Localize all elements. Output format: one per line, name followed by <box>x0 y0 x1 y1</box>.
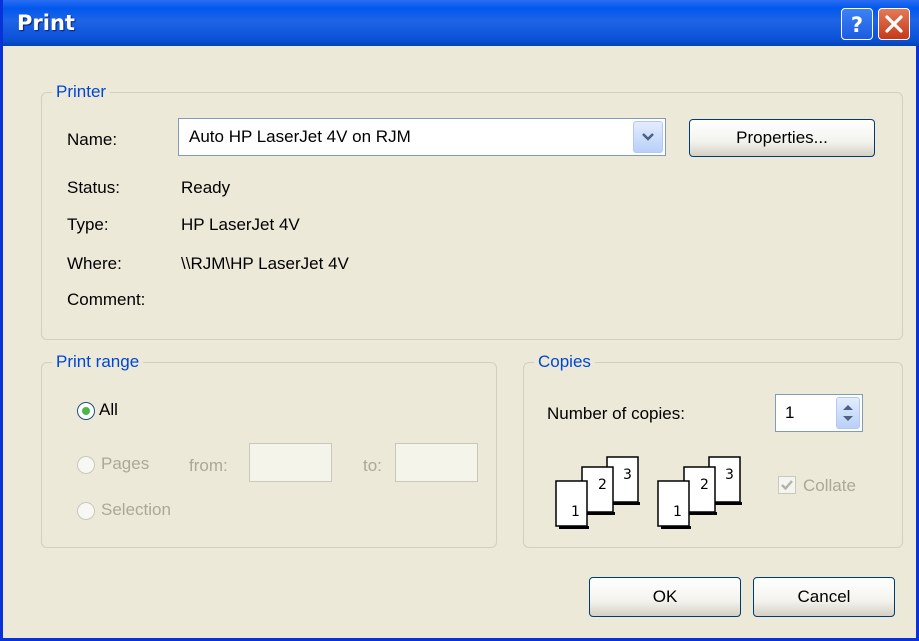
from-label: from: <box>189 456 228 475</box>
to-label: to: <box>363 456 382 475</box>
all-radio[interactable] <box>77 402 95 420</box>
close-x-icon <box>885 15 903 33</box>
collate-page-1-label: 1 <box>571 504 580 520</box>
collate-page-3-label: 3 <box>623 467 632 483</box>
collate-checkbox[interactable] <box>778 476 796 494</box>
collate-page-1-label: 1 <box>673 504 682 520</box>
selection-radio-label[interactable]: Selection <box>101 500 171 520</box>
checkmark-icon <box>781 480 793 491</box>
ok-button[interactable]: OK <box>589 577 741 617</box>
collate-illustration-icon-2: 3 2 1 <box>657 456 742 529</box>
svg-text:?: ? <box>851 13 863 37</box>
collate-label[interactable]: Collate <box>803 476 856 496</box>
copies-value: 1 <box>785 403 795 422</box>
properties-button-label: Properties... <box>736 128 828 147</box>
printer-legend: Printer <box>56 82 107 101</box>
collate-page-2-label: 2 <box>700 477 709 493</box>
dialog-title: Print <box>17 11 75 35</box>
to-page-input[interactable] <box>395 443 478 482</box>
copies-legend: Copies <box>538 352 591 371</box>
pages-radio[interactable] <box>77 456 95 474</box>
copies-spinner[interactable]: 1 <box>775 394 863 432</box>
print-range-legend: Print range <box>56 352 140 371</box>
all-radio-label[interactable]: All <box>99 400 118 420</box>
properties-button[interactable]: Properties... <box>689 119 875 157</box>
where-label: Where: <box>67 254 122 273</box>
pages-radio-label[interactable]: Pages <box>101 454 149 474</box>
number-of-copies-label: Number of copies: <box>547 404 685 423</box>
title-bar[interactable]: Print ? <box>3 0 919 46</box>
type-value: HP LaserJet 4V <box>181 215 300 234</box>
close-button[interactable] <box>878 8 910 40</box>
print-dialog: Print ? Printer Name: Auto HP LaserJet 4… <box>0 0 919 641</box>
cancel-button[interactable]: Cancel <box>753 577 895 617</box>
printer-name-select[interactable]: Auto HP LaserJet 4V on RJM <box>178 118 666 156</box>
chevron-down-icon <box>642 133 654 141</box>
up-down-arrows-icon <box>843 405 853 421</box>
name-label: Name: <box>67 130 118 149</box>
question-mark-icon: ? <box>851 13 863 37</box>
selection-radio[interactable] <box>77 502 95 520</box>
status-label: Status: <box>67 178 120 197</box>
help-button[interactable]: ? <box>841 8 873 40</box>
collate-page-3-label: 3 <box>725 467 734 483</box>
cancel-button-label: Cancel <box>797 587 851 606</box>
collate-page-2-label: 2 <box>598 477 607 493</box>
spinner-buttons[interactable] <box>836 397 860 429</box>
status-value: Ready <box>181 178 231 197</box>
ok-button-label: OK <box>652 587 678 606</box>
printer-name-value: Auto HP LaserJet 4V on RJM <box>189 127 411 146</box>
dropdown-arrow-button[interactable] <box>633 121 663 153</box>
type-label: Type: <box>67 215 109 234</box>
from-page-input[interactable] <box>249 443 332 482</box>
radio-selected-dot <box>82 407 90 415</box>
comment-label: Comment: <box>67 290 146 309</box>
where-value: \\RJM\HP LaserJet 4V <box>181 254 349 273</box>
collate-illustration-icon: 3 2 1 <box>555 456 640 529</box>
